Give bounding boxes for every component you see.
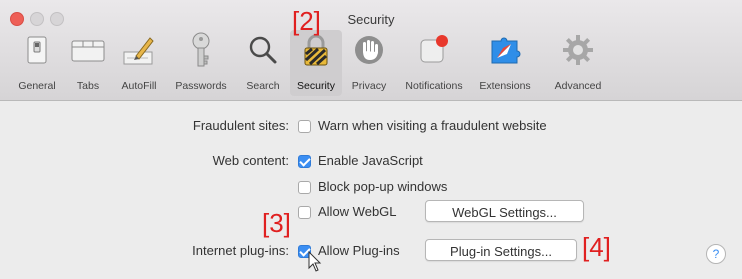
plugin-settings-button[interactable]: Plug-in Settings... — [425, 239, 577, 261]
block-popups-checkbox[interactable] — [298, 181, 311, 194]
hand-icon — [349, 30, 389, 70]
magnifier-icon — [243, 30, 283, 70]
internet-plugins-label: Internet plug-ins: — [192, 243, 289, 258]
safari-preferences-window: Security General Tabs AutoFill Passwords… — [0, 0, 742, 279]
pencil-form-icon — [119, 30, 159, 70]
key-icon — [181, 30, 221, 70]
allow-plugins-text: Allow Plug-ins — [318, 243, 400, 258]
notification-badge-icon — [414, 30, 454, 70]
tab-autofill[interactable]: AutoFill — [116, 30, 162, 96]
window-title: Security — [347, 12, 395, 27]
allow-webgl-text: Allow WebGL — [318, 204, 397, 219]
help-button[interactable]: ? — [706, 244, 726, 264]
general-switch-icon — [17, 30, 57, 70]
annotation-3: [3] — [262, 208, 291, 238]
web-content-label: Web content: — [212, 153, 289, 168]
tab-extensions[interactable]: Extensions — [476, 30, 534, 96]
annotation-4: [4] — [582, 232, 611, 262]
tab-passwords[interactable]: Passwords — [171, 30, 231, 96]
gear-icon — [558, 30, 598, 70]
tab-tabs[interactable]: Tabs — [68, 30, 108, 96]
block-popups-text: Block pop-up windows — [318, 179, 448, 194]
padlock-icon — [296, 30, 336, 70]
webgl-settings-button[interactable]: WebGL Settings... — [425, 200, 584, 222]
tab-search[interactable]: Search — [241, 30, 285, 96]
annotation-2: [2] — [292, 6, 321, 36]
tab-privacy[interactable]: Privacy — [346, 30, 392, 96]
warn-fraudulent-checkbox[interactable] — [298, 120, 311, 133]
tab-notifications[interactable]: Notifications — [401, 30, 467, 96]
enable-javascript-text: Enable JavaScript — [318, 153, 423, 168]
tab-security[interactable]: Security — [290, 30, 342, 96]
mouse-cursor-icon — [308, 251, 322, 272]
tabs-icon — [68, 30, 108, 70]
security-pane: Fraudulent sites: Warn when visiting a f… — [0, 101, 742, 279]
warn-fraudulent-text: Warn when visiting a fraudulent website — [318, 118, 547, 133]
allow-webgl-checkbox[interactable] — [298, 206, 311, 219]
fraudulent-sites-label: Fraudulent sites: — [192, 118, 289, 133]
enable-javascript-checkbox[interactable] — [298, 155, 311, 168]
puzzle-compass-icon — [485, 30, 525, 70]
tab-general[interactable]: General — [17, 30, 57, 96]
tab-advanced[interactable]: Advanced — [552, 30, 604, 96]
titlebar: Security General Tabs AutoFill Passwords… — [0, 0, 742, 101]
